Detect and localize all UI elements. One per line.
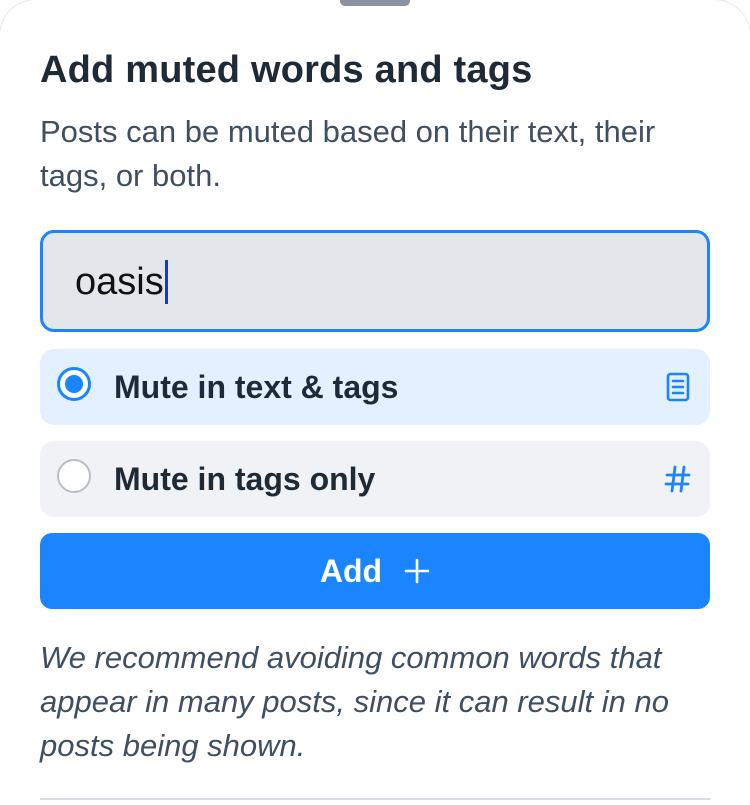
recommendation-note: We recommend avoiding common words that … xyxy=(40,640,669,763)
text-caret xyxy=(164,260,168,304)
plus-icon xyxy=(404,558,430,584)
divider xyxy=(40,798,710,800)
add-button-label: Add xyxy=(319,553,383,589)
dialog-description: Posts can be muted based on their text, … xyxy=(40,114,656,193)
muted-word-input-value: oasis xyxy=(75,260,168,304)
document-icon xyxy=(666,372,690,402)
option-mute-text-and-tags[interactable]: Mute in text & tags xyxy=(40,349,710,425)
add-button[interactable]: Add xyxy=(40,533,710,609)
muted-words-sheet: Add muted words and tags Posts can be mu… xyxy=(0,0,750,805)
sheet-drag-handle[interactable] xyxy=(340,0,410,6)
muted-word-input[interactable]: oasis xyxy=(40,230,710,332)
dialog-title: Add muted words and tags xyxy=(40,49,533,91)
option-mute-tags-only[interactable]: Mute in tags only xyxy=(40,441,710,517)
radio-unselected-icon[interactable] xyxy=(57,459,91,493)
option-label-text-and-tags: Mute in text & tags xyxy=(114,369,399,405)
option-label-tags-only: Mute in tags only xyxy=(114,461,376,497)
radio-selected-icon[interactable] xyxy=(57,367,91,401)
hashtag-icon xyxy=(664,465,691,493)
